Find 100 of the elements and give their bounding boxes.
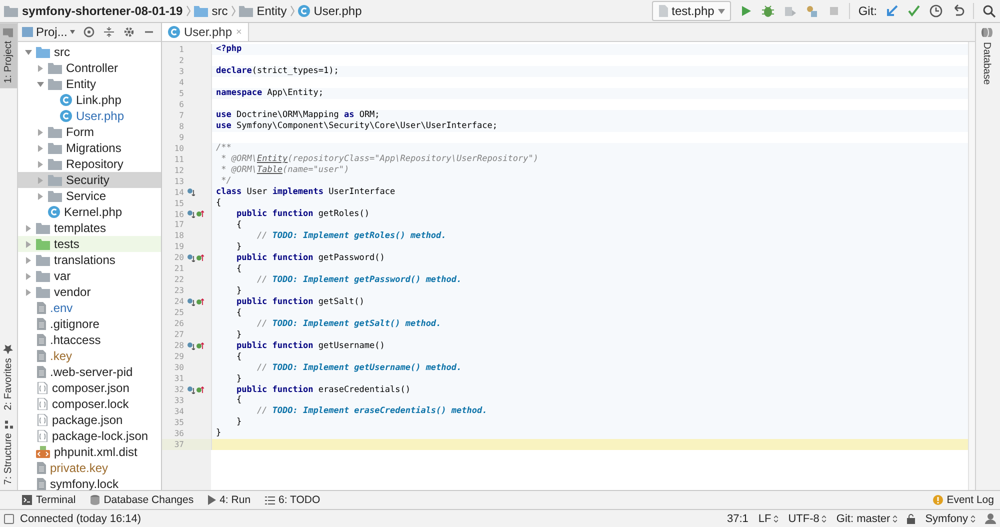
implemented-marker-icon	[187, 342, 195, 350]
list-icon	[264, 496, 275, 504]
breadcrumb-item[interactable]: Entity	[238, 4, 287, 18]
json-file-icon	[36, 382, 48, 394]
line-separator-selector[interactable]: LF	[758, 512, 778, 524]
tree-item[interactable]: src	[18, 44, 161, 60]
implemented-marker-icon	[187, 188, 195, 196]
folder-icon	[36, 222, 50, 234]
tree-item[interactable]: package-lock.json	[18, 428, 161, 444]
settings-icon[interactable]	[123, 26, 136, 38]
tree-item[interactable]: Entity	[18, 76, 161, 92]
tree-item[interactable]: .web-server-pid	[18, 364, 161, 380]
folder-icon	[48, 78, 62, 90]
line-number: 29	[173, 352, 185, 362]
tree-item[interactable]: composer.json	[18, 380, 161, 396]
tree-item[interactable]: var	[18, 268, 161, 284]
tree-item[interactable]: Form	[18, 124, 161, 140]
line-number: 15	[173, 198, 185, 208]
tool-window-tab[interactable]: 1: Project	[0, 23, 17, 88]
line-number: 14	[173, 188, 185, 197]
tool-window-tab[interactable]: 2: Favorites	[0, 339, 17, 416]
chevron-icon	[290, 5, 295, 17]
line-number: 13	[173, 176, 185, 186]
implements-marker-icon	[196, 254, 204, 262]
history-clock-icon[interactable]	[929, 4, 943, 18]
tree-item[interactable]: Service	[18, 188, 161, 204]
implements-marker-icon	[196, 210, 204, 218]
line-number: 28	[173, 341, 185, 350]
tree-item[interactable]: tests	[18, 236, 161, 252]
tree-item[interactable]: composer.lock	[18, 396, 161, 412]
collapse-all-icon[interactable]	[103, 26, 116, 38]
tree-item[interactable]: .key	[18, 348, 161, 364]
expand-arrow-icon	[38, 160, 42, 168]
caret-position[interactable]: 37:1	[726, 512, 748, 524]
dropdown-icon	[893, 514, 898, 522]
tree-item[interactable]: package.json	[18, 412, 161, 428]
code-editor[interactable]	[162, 42, 968, 490]
tool-window-tab[interactable]: Database	[976, 23, 997, 89]
tree-item[interactable]: Repository	[18, 156, 161, 172]
line-number: 23	[173, 286, 185, 296]
git-branch-selector[interactable]: Git: master	[836, 512, 898, 524]
folder-icon	[48, 190, 62, 202]
breadcrumb-item[interactable]: symfony-shortener-08-01-19	[4, 4, 183, 18]
chevron-icon	[230, 5, 236, 17]
tree-item[interactable]: templates	[18, 220, 161, 236]
file-icon	[36, 462, 46, 474]
line-number: 3	[178, 66, 185, 76]
line-number: 20	[173, 253, 185, 262]
tree-item[interactable]: vendor	[18, 284, 161, 300]
tree-item[interactable]: Migrations	[18, 140, 161, 156]
scrollbar[interactable]	[968, 42, 975, 490]
update-arrow-icon[interactable]	[885, 4, 899, 18]
tree-item[interactable]: private.key	[18, 460, 161, 476]
expand-arrow-icon	[26, 256, 30, 264]
dropdown-icon	[822, 514, 826, 522]
json-file-icon	[36, 414, 48, 426]
breadcrumb-item[interactable]: src	[194, 4, 228, 18]
tree-item[interactable]: Link.php	[18, 92, 161, 108]
event-log-button[interactable]: Event Log	[932, 494, 994, 506]
run-icon	[208, 495, 216, 505]
tree-item[interactable]: .htaccess	[18, 332, 161, 348]
tree-item[interactable]: Kernel.php	[18, 204, 161, 220]
tool-window-tab[interactable]: 7: Structure	[0, 415, 17, 490]
tool-window-button[interactable]: 4: Run	[208, 494, 251, 506]
tool-window-button[interactable]: 6: TODO	[264, 494, 320, 506]
search-icon[interactable]	[982, 4, 996, 18]
encoding-selector[interactable]: UTF-8	[788, 512, 826, 524]
folder-icon	[48, 62, 62, 74]
implements-marker-icon	[196, 386, 204, 394]
tree-item[interactable]: Security	[18, 172, 161, 188]
line-number: 19	[173, 242, 185, 252]
bug-icon[interactable]	[761, 4, 776, 18]
run-config-dropdown[interactable]: test.php	[652, 1, 732, 21]
tree-item[interactable]: Controller	[18, 60, 161, 76]
breadcrumb-item[interactable]: User.php	[298, 4, 362, 18]
editor-tab[interactable]: User.php ×	[162, 23, 249, 41]
folder-icon	[194, 6, 208, 16]
tree-item[interactable]: User.php	[18, 108, 161, 124]
tree-item[interactable]: translations	[18, 252, 161, 268]
framework-selector[interactable]: Symfony	[925, 512, 975, 524]
file-icon	[36, 334, 46, 346]
line-number: 26	[173, 319, 185, 328]
folder-icon	[36, 286, 50, 298]
tree-item[interactable]: .gitignore	[18, 316, 161, 332]
dropdown-icon	[971, 514, 975, 522]
tree-item[interactable]: phpunit.xml.dist	[18, 444, 161, 460]
implemented-marker-icon	[187, 386, 195, 394]
line-number: 1	[178, 44, 185, 54]
expand-arrow-icon	[38, 192, 42, 200]
run-icon[interactable]	[739, 4, 754, 18]
class-icon	[298, 5, 310, 17]
commit-check-icon[interactable]	[907, 4, 921, 18]
line-number: 21	[173, 264, 185, 274]
expand-arrow-icon	[38, 176, 42, 184]
folder-icon	[36, 270, 50, 282]
tool-window-button[interactable]: Terminal	[22, 494, 76, 506]
tree-item[interactable]: .env	[18, 300, 161, 316]
line-number: 33	[173, 396, 185, 405]
locate-icon[interactable]	[83, 26, 96, 38]
tool-window-button[interactable]: Database Changes	[90, 494, 194, 506]
